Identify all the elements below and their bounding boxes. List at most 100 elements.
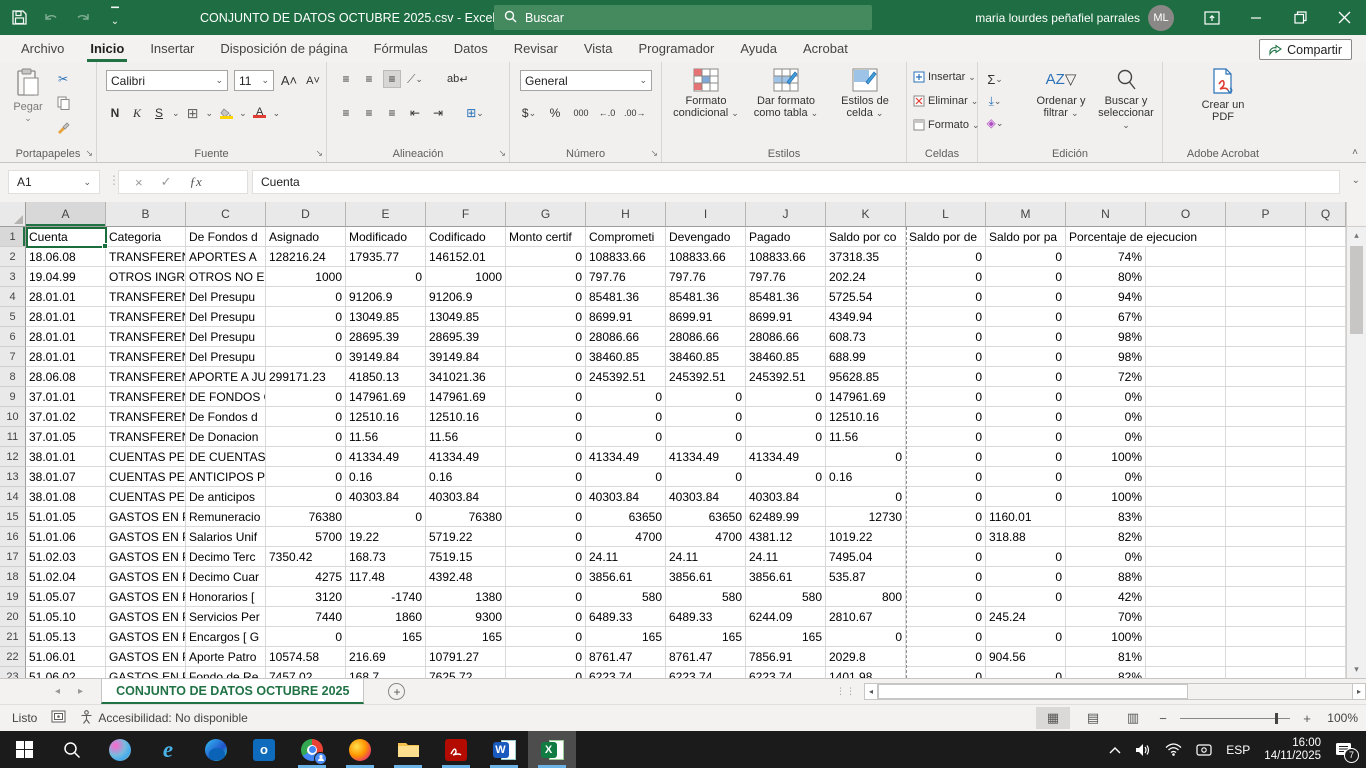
cell-O4[interactable]: [1146, 287, 1226, 307]
cell-P9[interactable]: [1226, 387, 1306, 407]
cell-C13[interactable]: ANTICIPOS P: [186, 467, 266, 487]
cell-K1[interactable]: Saldo por co: [826, 227, 906, 247]
cell-E10[interactable]: 12510.16: [346, 407, 426, 427]
cell-B14[interactable]: CUENTAS PE: [106, 487, 186, 507]
cell-E4[interactable]: 91206.9: [346, 287, 426, 307]
cell-L4[interactable]: 0: [906, 287, 986, 307]
cell-F23[interactable]: 7625.72: [426, 667, 506, 678]
font-name-select[interactable]: Calibri⌄: [106, 70, 228, 91]
cell-F1[interactable]: Codificado: [426, 227, 506, 247]
cell-B13[interactable]: CUENTAS PE: [106, 467, 186, 487]
horizontal-scrollbar[interactable]: ⋮⋮ ◂ ▸: [836, 679, 1366, 704]
cell-F15[interactable]: 76380: [426, 507, 506, 527]
cell-K15[interactable]: 12730: [826, 507, 906, 527]
prev-sheet-icon[interactable]: ◂: [55, 686, 60, 697]
cell-J8[interactable]: 245392.51: [746, 367, 826, 387]
sort-filter-button[interactable]: AZ▽ Ordenar y filtrar ⌄: [1030, 68, 1092, 119]
redo-icon[interactable]: [74, 9, 92, 27]
cell-N15[interactable]: 83%: [1066, 507, 1146, 527]
zoom-in-icon[interactable]: +: [1300, 711, 1314, 726]
cell-B2[interactable]: TRANSFEREN: [106, 247, 186, 267]
cell-D4[interactable]: 0: [266, 287, 346, 307]
row-header-17[interactable]: 17: [0, 547, 26, 567]
taskbar-file-explorer-button[interactable]: [384, 731, 432, 768]
select-all-button[interactable]: [0, 202, 26, 227]
cell-L11[interactable]: 0: [906, 427, 986, 447]
taskbar-chrome-button[interactable]: [288, 731, 336, 768]
cell-B23[interactable]: GASTOS EN P: [106, 667, 186, 678]
name-box[interactable]: A1⌄: [8, 170, 100, 194]
column-header-L[interactable]: L: [906, 202, 986, 227]
cell-H23[interactable]: 6223.74: [586, 667, 666, 678]
cell-Q19[interactable]: [1306, 587, 1346, 607]
cell-L21[interactable]: 0: [906, 627, 986, 647]
cell-D9[interactable]: 0: [266, 387, 346, 407]
cell-G10[interactable]: 0: [506, 407, 586, 427]
cell-K7[interactable]: 688.99: [826, 347, 906, 367]
cell-A13[interactable]: 38.01.07: [26, 467, 106, 487]
cell-C19[interactable]: Honorarios [: [186, 587, 266, 607]
cell-O11[interactable]: [1146, 427, 1226, 447]
scroll-left-icon[interactable]: ◂: [864, 683, 878, 700]
cell-F16[interactable]: 5719.22: [426, 527, 506, 547]
cell-N14[interactable]: 100%: [1066, 487, 1146, 507]
search-box[interactable]: Buscar: [494, 5, 872, 30]
cell-G22[interactable]: 0: [506, 647, 586, 667]
cell-J22[interactable]: 7856.91: [746, 647, 826, 667]
cell-F3[interactable]: 1000: [426, 267, 506, 287]
ribbon-tab-revisar[interactable]: Revisar: [501, 35, 571, 62]
number-format-select[interactable]: General⌄: [520, 70, 652, 91]
cell-I4[interactable]: 85481.36: [666, 287, 746, 307]
cell-E6[interactable]: 28695.39: [346, 327, 426, 347]
cell-J13[interactable]: 0: [746, 467, 826, 487]
cell-P1[interactable]: [1226, 227, 1306, 247]
cell-N17[interactable]: 0%: [1066, 547, 1146, 567]
cell-Q5[interactable]: [1306, 307, 1346, 327]
cell-O19[interactable]: [1146, 587, 1226, 607]
row-header-9[interactable]: 9: [0, 387, 26, 407]
row-header-6[interactable]: 6: [0, 327, 26, 347]
cell-P3[interactable]: [1226, 267, 1306, 287]
cell-O17[interactable]: [1146, 547, 1226, 567]
cell-J9[interactable]: 0: [746, 387, 826, 407]
cell-N10[interactable]: 0%: [1066, 407, 1146, 427]
cell-N3[interactable]: 80%: [1066, 267, 1146, 287]
fill-color-icon[interactable]: [217, 104, 235, 122]
taskbar-copilot-button[interactable]: [96, 731, 144, 768]
cell-Q23[interactable]: [1306, 667, 1346, 678]
cell-B8[interactable]: TRANSFEREN: [106, 367, 186, 387]
cell-K14[interactable]: 0: [826, 487, 906, 507]
cell-I22[interactable]: 8761.47: [666, 647, 746, 667]
cell-M3[interactable]: 0: [986, 267, 1066, 287]
increase-font-icon[interactable]: A˄: [280, 72, 298, 90]
cell-G7[interactable]: 0: [506, 347, 586, 367]
cell-A23[interactable]: 51.06.02: [26, 667, 106, 678]
cell-O16[interactable]: [1146, 527, 1226, 547]
cell-L16[interactable]: 0: [906, 527, 986, 547]
column-header-C[interactable]: C: [186, 202, 266, 227]
cell-K17[interactable]: 7495.04: [826, 547, 906, 567]
cell-E15[interactable]: 0: [346, 507, 426, 527]
font-color-icon[interactable]: A: [251, 104, 269, 122]
cell-M18[interactable]: 0: [986, 567, 1066, 587]
cell-G12[interactable]: 0: [506, 447, 586, 467]
cell-A6[interactable]: 28.01.01: [26, 327, 106, 347]
cell-K8[interactable]: 95628.85: [826, 367, 906, 387]
cell-L15[interactable]: 0: [906, 507, 986, 527]
cell-C2[interactable]: APORTES A: [186, 247, 266, 267]
cell-B3[interactable]: OTROS INGR: [106, 267, 186, 287]
cell-D3[interactable]: 1000: [266, 267, 346, 287]
language-indicator[interactable]: ESP: [1226, 743, 1250, 757]
cell-B1[interactable]: Categoria: [106, 227, 186, 247]
cell-J18[interactable]: 3856.61: [746, 567, 826, 587]
cell-J4[interactable]: 85481.36: [746, 287, 826, 307]
cell-C14[interactable]: De anticipos: [186, 487, 266, 507]
cell-D6[interactable]: 0: [266, 327, 346, 347]
cell-H8[interactable]: 245392.51: [586, 367, 666, 387]
cell-O14[interactable]: [1146, 487, 1226, 507]
cell-L9[interactable]: 0: [906, 387, 986, 407]
align-left-icon[interactable]: ≡: [337, 104, 355, 122]
cell-F10[interactable]: 12510.16: [426, 407, 506, 427]
cell-H19[interactable]: 580: [586, 587, 666, 607]
cell-E23[interactable]: 168.7: [346, 667, 426, 678]
